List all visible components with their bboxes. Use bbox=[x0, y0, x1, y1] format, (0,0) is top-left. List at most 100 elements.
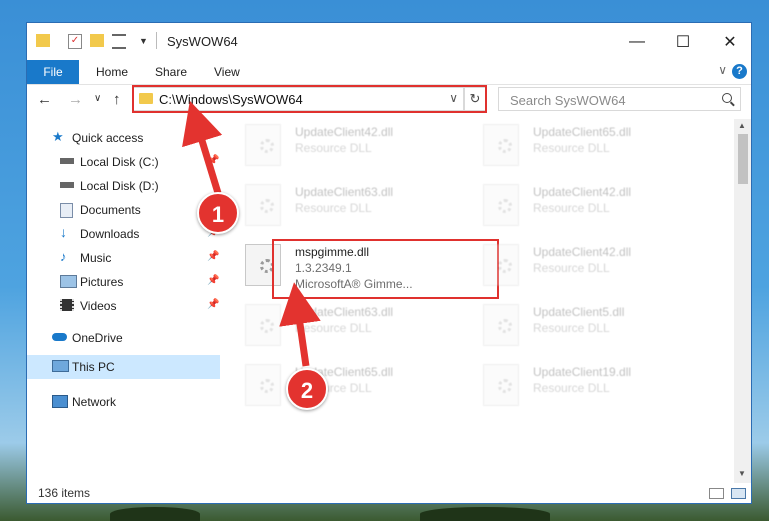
sidebar-item-pictures[interactable]: Pictures 📌 bbox=[27, 270, 220, 294]
folder-icon bbox=[36, 34, 50, 47]
file-type: Resource DLL bbox=[295, 141, 372, 155]
file-tile[interactable]: UpdateClient63.dll Resource DLL bbox=[237, 301, 462, 349]
file-name: UpdateClient42.dll bbox=[533, 245, 632, 259]
back-arrow-icon[interactable]: ← bbox=[37, 91, 52, 108]
sidebar-item-label: Local Disk (C:) bbox=[80, 155, 159, 169]
tab-share[interactable]: Share bbox=[155, 65, 187, 79]
close-button[interactable]: ✕ bbox=[707, 23, 751, 60]
sidebar-item-downloads[interactable]: ↓ Downloads 📌 bbox=[27, 222, 220, 246]
sidebar-item-label: Network bbox=[72, 395, 117, 409]
file-type: Resource DLL bbox=[533, 141, 610, 155]
videos-icon bbox=[60, 299, 74, 311]
dll-file-icon bbox=[483, 124, 519, 166]
customize-toolbar-icon[interactable] bbox=[112, 34, 126, 49]
title-bar: ✓ ▼ SysWOW64 — ☐ ✕ bbox=[27, 23, 751, 60]
explorer-window: ✓ ▼ SysWOW64 — ☐ ✕ File Home Share View … bbox=[26, 22, 752, 504]
file-tile[interactable]: UpdateClient63.dll Resource DLL bbox=[237, 181, 462, 229]
file-name: UpdateClient63.dll bbox=[295, 185, 394, 199]
pictures-icon bbox=[60, 275, 77, 288]
sidebar-item-network[interactable]: Network bbox=[27, 390, 220, 414]
navigation-pane: ★ Quick access Local Disk (C:) 📌 Local D… bbox=[27, 119, 220, 479]
scroll-down-icon[interactable]: ▼ bbox=[738, 469, 746, 478]
search-icon[interactable] bbox=[722, 93, 732, 103]
title-separator bbox=[156, 32, 157, 49]
sidebar-item-this-pc[interactable]: This PC bbox=[27, 355, 220, 379]
network-icon bbox=[52, 395, 68, 408]
file-name: UpdateClient42.dll bbox=[533, 185, 632, 199]
dll-file-icon bbox=[245, 364, 281, 406]
minimize-button[interactable]: — bbox=[614, 23, 660, 60]
file-type: Resource DLL bbox=[295, 201, 372, 215]
item-count: 136 items bbox=[38, 486, 91, 500]
sidebar-item-music[interactable]: ♪ Music 📌 bbox=[27, 246, 220, 270]
help-icon[interactable]: ? bbox=[732, 64, 747, 79]
new-folder-icon[interactable] bbox=[90, 34, 104, 47]
recent-locations-chevron-icon[interactable]: ∨ bbox=[94, 93, 101, 104]
maximize-button[interactable]: ☐ bbox=[660, 23, 706, 60]
background-palm bbox=[420, 507, 550, 521]
callout-step-1: 1 bbox=[197, 192, 239, 234]
pin-icon[interactable]: 📌 bbox=[207, 155, 219, 166]
dll-file-icon bbox=[483, 244, 519, 286]
callout-step-2: 2 bbox=[286, 368, 328, 410]
file-tile[interactable]: UpdateClient65.dll Resource DLL bbox=[475, 121, 700, 169]
sidebar-item-documents[interactable]: Documents 📌 bbox=[27, 198, 220, 222]
documents-icon bbox=[60, 203, 73, 218]
pin-icon[interactable]: 📌 bbox=[207, 299, 219, 310]
computer-icon bbox=[52, 360, 69, 372]
dll-file-icon bbox=[245, 184, 281, 226]
sidebar-item-onedrive[interactable]: OneDrive bbox=[27, 326, 220, 350]
star-icon: ★ bbox=[52, 129, 64, 144]
tab-view[interactable]: View bbox=[214, 65, 240, 79]
search-input[interactable] bbox=[508, 92, 712, 109]
download-icon: ↓ bbox=[60, 224, 67, 240]
file-list: UpdateClient42.dll Resource DLL UpdateCl… bbox=[237, 119, 737, 479]
dropdown-arrow-icon[interactable]: ▼ bbox=[139, 36, 148, 46]
gear-icon bbox=[498, 199, 512, 213]
file-highlight-box bbox=[272, 239, 499, 299]
file-type: Resource DLL bbox=[533, 381, 610, 395]
details-view-icon[interactable] bbox=[709, 488, 724, 499]
tab-home[interactable]: Home bbox=[96, 65, 128, 79]
forward-arrow-icon[interactable]: → bbox=[68, 91, 83, 108]
sidebar-item-label: Pictures bbox=[80, 275, 124, 289]
gear-icon bbox=[498, 379, 512, 393]
drive-icon bbox=[60, 182, 74, 188]
sidebar-item-label: Music bbox=[80, 251, 112, 265]
sidebar-item-label: Videos bbox=[80, 299, 117, 313]
status-bar: 136 items bbox=[27, 483, 751, 503]
dll-file-icon bbox=[245, 124, 281, 166]
file-tile[interactable]: UpdateClient42.dll Resource DLL bbox=[475, 181, 700, 229]
pin-icon[interactable]: 📌 bbox=[207, 251, 219, 262]
file-name: UpdateClient65.dll bbox=[533, 125, 632, 139]
gear-icon bbox=[260, 319, 274, 333]
tab-file[interactable]: File bbox=[27, 60, 79, 84]
sidebar-item-quick-access[interactable]: ★ Quick access bbox=[27, 126, 220, 150]
sidebar-item-local-disk-c[interactable]: Local Disk (C:) 📌 bbox=[27, 150, 220, 174]
file-type: Resource DLL bbox=[295, 321, 372, 335]
sidebar-item-videos[interactable]: Videos 📌 bbox=[27, 294, 220, 318]
file-tile[interactable]: UpdateClient5.dll Resource DLL bbox=[475, 301, 700, 349]
vertical-scrollbar[interactable]: ▲ ▼ bbox=[734, 119, 751, 483]
file-tile[interactable]: UpdateClient42.dll Resource DLL bbox=[237, 121, 462, 169]
large-icons-view-icon[interactable] bbox=[731, 488, 746, 499]
file-tile[interactable]: UpdateClient65.dll Resource DLL bbox=[237, 361, 462, 409]
scroll-up-icon[interactable]: ▲ bbox=[738, 121, 746, 130]
dll-file-icon bbox=[483, 304, 519, 346]
file-tile[interactable]: UpdateClient19.dll Resource DLL bbox=[475, 361, 700, 409]
window-title: SysWOW64 bbox=[167, 34, 238, 49]
up-arrow-icon[interactable]: ↑ bbox=[113, 91, 121, 108]
search-box[interactable] bbox=[498, 87, 741, 111]
properties-check-icon[interactable]: ✓ bbox=[68, 34, 82, 49]
pin-icon[interactable]: 📌 bbox=[207, 275, 219, 286]
gear-icon bbox=[260, 199, 274, 213]
gear-icon bbox=[498, 319, 512, 333]
scrollbar-thumb[interactable] bbox=[738, 134, 748, 184]
sidebar-item-label: Local Disk (D:) bbox=[80, 179, 159, 193]
background-palm bbox=[110, 507, 200, 521]
collapse-ribbon-icon[interactable]: ∨ bbox=[718, 63, 727, 77]
file-type: Resource DLL bbox=[533, 201, 610, 215]
address-highlight-box bbox=[132, 85, 487, 113]
sidebar-item-local-disk-d[interactable]: Local Disk (D:) bbox=[27, 174, 220, 198]
file-tile[interactable]: UpdateClient42.dll Resource DLL bbox=[475, 241, 700, 289]
